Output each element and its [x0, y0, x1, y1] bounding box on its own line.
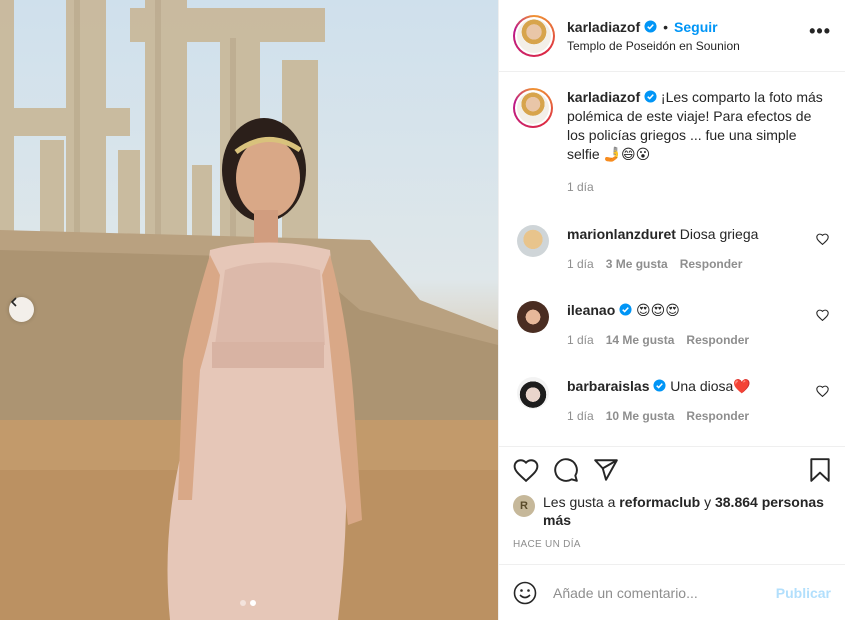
liker-avatar[interactable]: R — [513, 495, 535, 517]
post-caption: karladiazof ¡Les comparto la foto más po… — [513, 88, 831, 197]
like-comment-heart-icon[interactable] — [816, 385, 829, 397]
comments-section: karladiazof ¡Les comparto la foto más po… — [499, 72, 845, 446]
publish-button[interactable]: Publicar — [776, 585, 831, 601]
verified-badge-icon — [644, 20, 657, 33]
reply-button[interactable]: Responder — [686, 407, 749, 425]
more-options-icon: ••• — [809, 21, 831, 41]
comment-text: 😍😍😍 — [636, 302, 680, 318]
likes-conj: y — [704, 494, 712, 510]
commenter-avatar[interactable] — [517, 225, 549, 257]
like-comment-heart-icon[interactable] — [816, 233, 829, 245]
photo-illustration — [0, 0, 498, 620]
instagram-post: karladiazof • Seguir Templo de Poseidón … — [0, 0, 845, 620]
post-side-panel: karladiazof • Seguir Templo de Poseidón … — [498, 0, 845, 620]
comment-time[interactable]: 1 día — [567, 255, 594, 273]
liker-username[interactable]: reformaclub — [619, 494, 700, 510]
bookmark-icon — [810, 458, 830, 482]
commenter-avatar[interactable] — [517, 377, 549, 409]
comment-likes[interactable]: 14 Me gusta — [606, 331, 675, 349]
caption-time[interactable]: 1 día — [567, 178, 594, 197]
post-location[interactable]: Templo de Poseidón en Sounion — [567, 39, 809, 53]
comment-time[interactable]: 1 día — [567, 331, 594, 349]
chevron-left-icon — [10, 297, 17, 307]
reply-button[interactable]: Responder — [686, 331, 749, 349]
like-button[interactable] — [513, 458, 539, 482]
author-info: karladiazof • Seguir Templo de Poseidón … — [567, 19, 809, 53]
smiley-icon — [513, 581, 537, 604]
comment-item: marionlanzduret Diosa griega 1 día 3 Me … — [513, 225, 831, 273]
comment-item: barbaraislas Una diosa❤️ 1 día 10 Me gus… — [513, 377, 831, 425]
comment-button[interactable] — [553, 457, 579, 483]
comment-text: Una diosa❤️ — [670, 378, 751, 394]
comment-input[interactable] — [553, 584, 776, 601]
caption-avatar[interactable] — [513, 88, 553, 128]
verified-badge-icon — [619, 303, 632, 316]
likes-prefix: Les gusta a — [543, 494, 616, 510]
comment-text: Diosa griega — [679, 226, 759, 242]
share-button[interactable] — [593, 458, 619, 482]
save-button[interactable] — [809, 457, 831, 483]
follow-button[interactable]: Seguir — [674, 19, 718, 35]
carousel-dot — [240, 600, 246, 606]
author-username[interactable]: karladiazof — [567, 19, 640, 35]
post-actions: R Les gusta a reformaclub y 38.864 perso… — [499, 446, 845, 564]
comment-username[interactable]: marionlanzduret — [567, 226, 676, 242]
liker-avatar-letter: R — [520, 500, 528, 512]
post-photo[interactable] — [0, 0, 498, 620]
post-timestamp[interactable]: HACE UN DÍA — [513, 539, 831, 550]
commenter-avatar[interactable] — [517, 301, 549, 333]
add-comment-bar: Publicar — [499, 564, 845, 620]
comment-likes[interactable]: 10 Me gusta — [606, 407, 675, 425]
verified-badge-icon — [653, 379, 666, 392]
likes-summary: R Les gusta a reformaclub y 38.864 perso… — [513, 493, 831, 529]
verified-badge-icon — [644, 90, 657, 103]
carousel-prev-button[interactable] — [9, 297, 34, 322]
emoji-button[interactable] — [513, 581, 537, 605]
comment-likes[interactable]: 3 Me gusta — [606, 255, 668, 273]
author-avatar[interactable] — [513, 14, 555, 57]
action-icons — [513, 457, 831, 483]
caption-username[interactable]: karladiazof — [567, 89, 640, 105]
paper-plane-icon — [594, 459, 618, 481]
carousel-indicators — [240, 600, 256, 606]
post-header: karladiazof • Seguir Templo de Poseidón … — [499, 0, 845, 72]
comment-username[interactable]: barbaraislas — [567, 378, 650, 394]
carousel-dot-active — [250, 600, 256, 606]
comment-item: ileanao 😍😍😍 1 día 14 Me gusta Responder — [513, 301, 831, 349]
more-options-button[interactable]: ••• — [809, 21, 831, 50]
comment-time[interactable]: 1 día — [567, 407, 594, 425]
separator-dot: • — [663, 18, 669, 35]
heart-icon — [513, 459, 539, 482]
like-comment-heart-icon[interactable] — [816, 309, 829, 321]
reply-button[interactable]: Responder — [680, 255, 743, 273]
comment-bubble-icon — [554, 458, 578, 482]
comment-username[interactable]: ileanao — [567, 302, 615, 318]
